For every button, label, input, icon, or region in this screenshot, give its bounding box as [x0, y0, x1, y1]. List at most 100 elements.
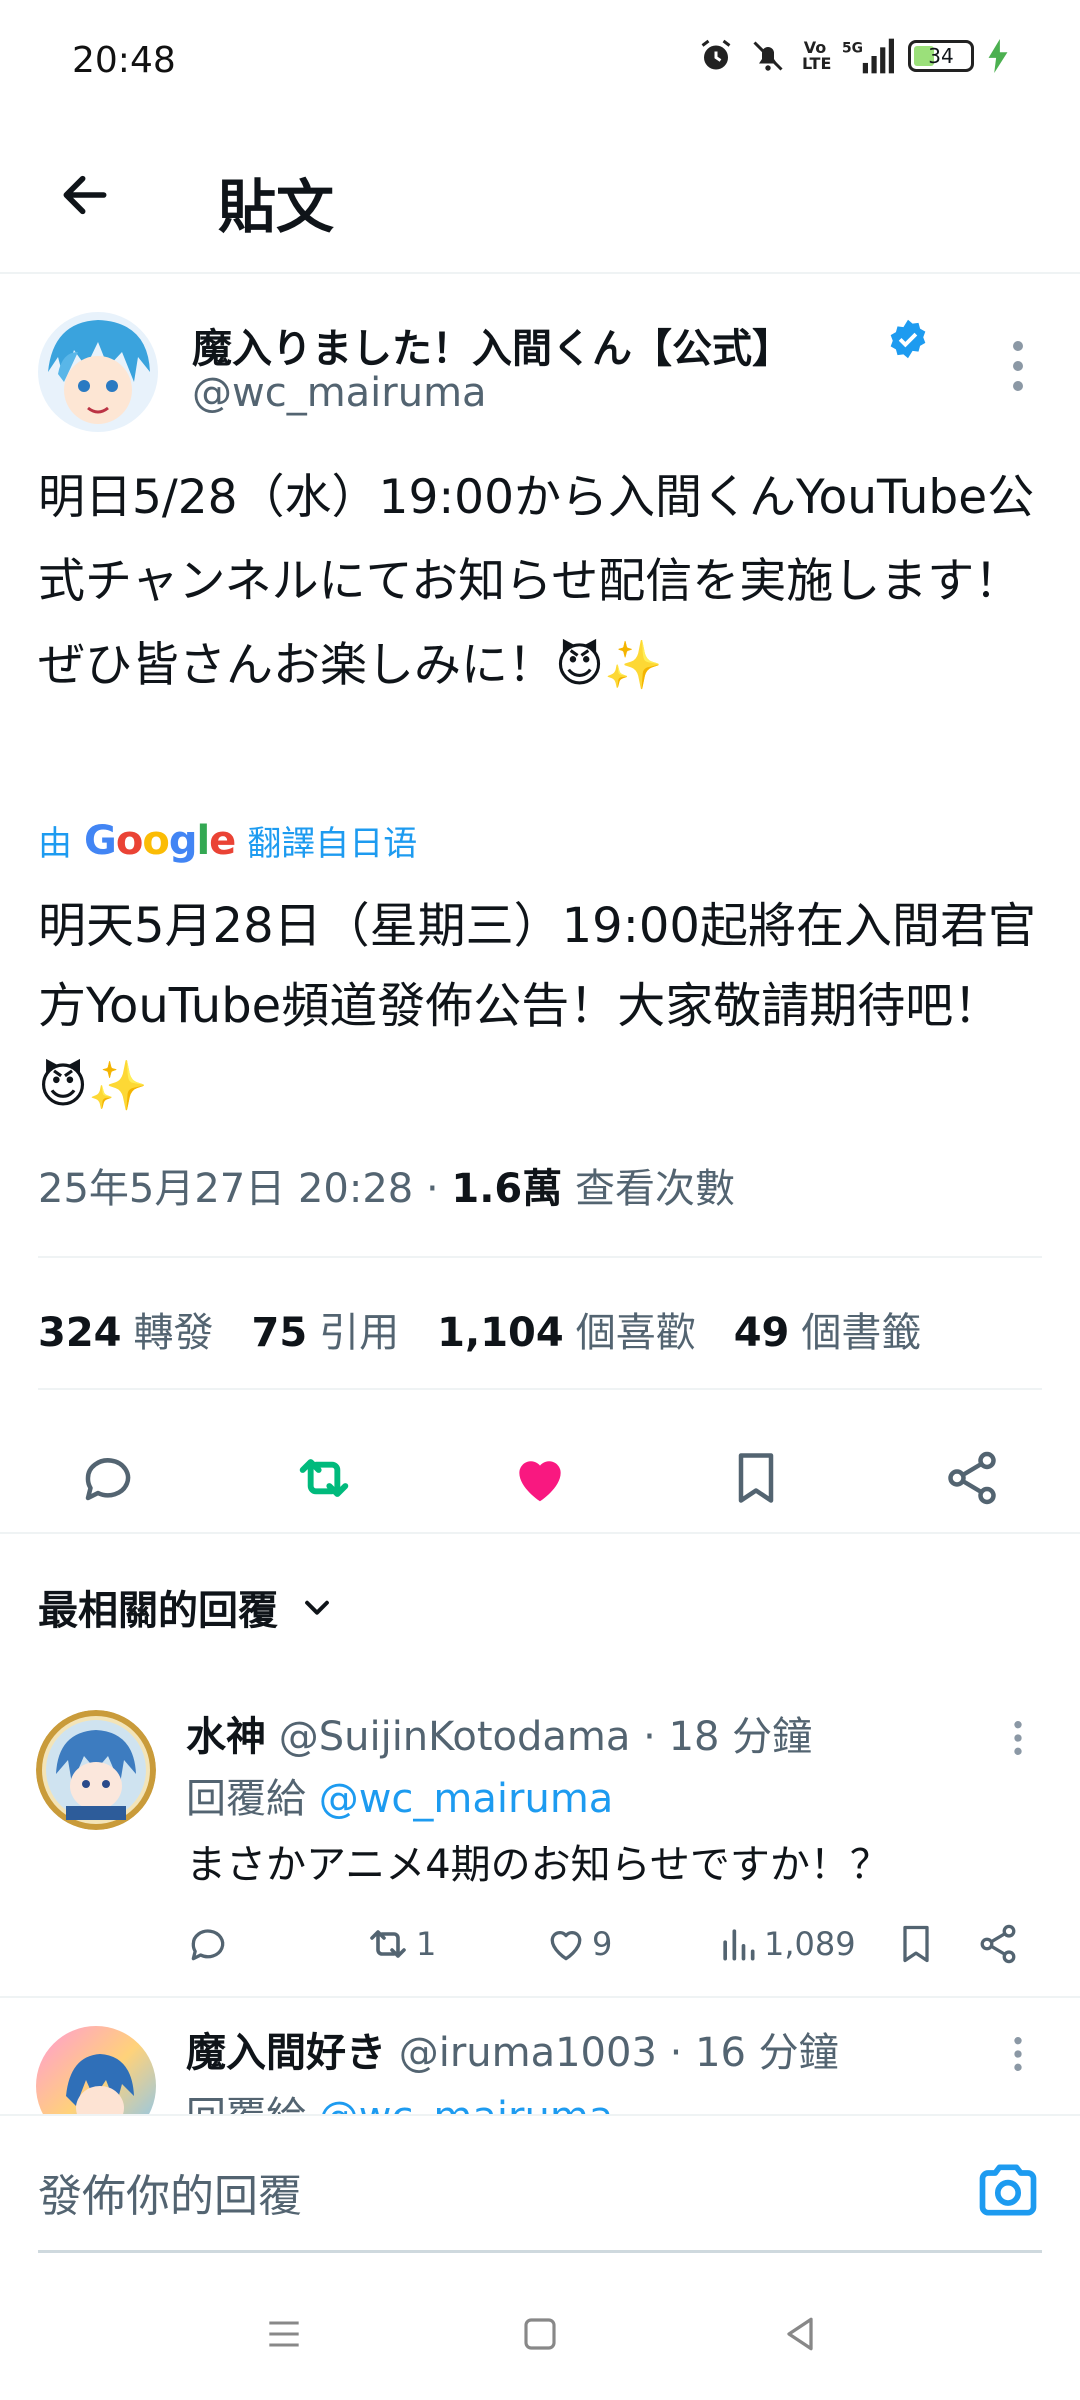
sort-label: 最相關的回覆	[38, 1588, 278, 1634]
reply-time: 16 分鐘	[695, 2030, 839, 2076]
translation-attribution[interactable]: 由 Google 翻譯自日语	[38, 816, 417, 865]
meta-separator: ·	[669, 2030, 683, 2076]
square-home-icon	[524, 2318, 556, 2350]
views-label[interactable]: 查看次數	[575, 1166, 735, 1212]
reply-author-name[interactable]: 魔入間好き	[186, 2030, 386, 2076]
author-name[interactable]: 魔入りました！入間くん【公式】	[192, 316, 792, 374]
verified-badge-icon	[890, 319, 926, 359]
like-button[interactable]	[488, 1426, 592, 1530]
quotes-stat[interactable]: 75 引用	[252, 1300, 400, 1358]
replying-to-handle[interactable]: @wc_mairuma	[319, 2094, 614, 2114]
replying-to: 回覆給 @wc_mairuma	[186, 1766, 613, 1824]
share-icon	[948, 1451, 996, 1505]
reply-compose-bar: 發佈你的回覆	[0, 2114, 1080, 2254]
alarm-icon	[701, 39, 731, 70]
battery-level: 34	[928, 44, 954, 68]
translate-prefix: 由	[38, 824, 72, 864]
back-button[interactable]	[50, 160, 120, 230]
nav-home-button[interactable]	[510, 2304, 570, 2364]
page-title: 貼文	[218, 173, 335, 241]
reply-time: 18 分鐘	[668, 1714, 813, 1760]
battery-icon: 34	[908, 40, 974, 72]
quotes-count: 75	[251, 1310, 308, 1356]
reply-avatar[interactable]	[36, 1710, 156, 1830]
status-time: 20:48	[72, 40, 176, 81]
retweets-count: 324	[38, 1310, 122, 1356]
post-original-text: 明日5/28（水）19:00から入間くんYouTube公式チャンネルにてお知らせ…	[38, 470, 1069, 693]
reply-header: 魔入間好き @iruma1003 · 16 分鐘	[186, 2020, 839, 2078]
more-options-icon[interactable]	[1006, 2034, 1030, 2074]
google-logo: Google	[84, 817, 236, 864]
retweet-icon	[370, 1930, 406, 1958]
translate-suffix: 翻譯自日语	[247, 824, 418, 864]
reply-views-count: 1,089	[764, 1925, 856, 1963]
reply-header: 水神 @SuijinKotodama · 18 分鐘	[186, 1704, 812, 1762]
nav-back-button[interactable]	[770, 2304, 830, 2364]
camera-icon[interactable]	[974, 2156, 1042, 2224]
replying-to: 回覆給 @wc_mairuma	[186, 2084, 613, 2114]
menu-icon	[269, 2321, 299, 2347]
bookmark-icon	[903, 1925, 929, 1963]
reply-views-button[interactable]: 1,089	[716, 1914, 856, 1974]
reply-text: まさかアニメ4期のお知らせですか！？	[186, 1842, 890, 1888]
analytics-icon	[723, 1929, 755, 1961]
author-avatar[interactable]	[38, 312, 158, 432]
arrow-left-icon	[63, 175, 107, 215]
reply-author-handle[interactable]: @SuijinKotodama	[279, 1714, 631, 1760]
triangle-back-icon	[787, 2317, 813, 2351]
meta-separator: ·	[643, 1714, 656, 1760]
bookmarks-stat[interactable]: 49 個書籤	[734, 1300, 922, 1358]
reply-retweet-button[interactable]: 1	[364, 1914, 436, 1974]
reply-reply-button[interactable]	[186, 1914, 230, 1974]
reply-bookmark-button[interactable]	[894, 1914, 938, 1974]
likes-label: 個喜歡	[575, 1310, 696, 1356]
reply-icon	[85, 1458, 131, 1501]
bookmark-icon	[738, 1453, 774, 1503]
replying-to-handle[interactable]: @wc_mairuma	[319, 1776, 614, 1822]
reply-item[interactable]: 魔入間好き @iruma1003 · 16 分鐘 回覆給 @wc_mairuma	[0, 1996, 1080, 2114]
reply-author-name[interactable]: 水神	[186, 1714, 266, 1760]
meta-separator: ·	[425, 1166, 439, 1212]
reply-icon	[191, 1929, 225, 1961]
reply-input[interactable]: 發佈你的回覆	[38, 2160, 302, 2224]
nav-menu-button[interactable]	[254, 2304, 314, 2364]
reply-author-handle[interactable]: @iruma1003	[399, 2030, 657, 2076]
reply-avatar[interactable]	[36, 2026, 156, 2114]
signal-icon: 5G	[842, 38, 894, 74]
charging-icon	[988, 39, 1008, 73]
volte-icon: Vo LTE	[802, 38, 832, 73]
post-translated-text: 明天5月28日（星期三）19:00起將在入間君官方YouTube頻道發佈公告！大…	[38, 898, 1036, 1114]
reply-action-bar: 1 9 1,089	[186, 1914, 1046, 1974]
retweet-button[interactable]	[272, 1426, 376, 1530]
retweets-label: 轉發	[133, 1310, 214, 1356]
bookmark-button[interactable]	[704, 1426, 808, 1530]
divider	[0, 1996, 1080, 1998]
reply-retweet-count: 1	[416, 1925, 437, 1963]
post-stats: 324 轉發 75 引用 1,104 個喜歡 49 個書籤	[38, 1300, 921, 1358]
svg-text:5G: 5G	[842, 41, 863, 57]
more-options-icon[interactable]	[1006, 1718, 1030, 1758]
divider	[38, 1256, 1042, 1258]
replying-to-label: 回覆給	[186, 1776, 306, 1822]
reply-sort-dropdown[interactable]: 最相關的回覆	[38, 1578, 334, 1636]
retweet-icon	[299, 1459, 349, 1497]
top-app-bar: 貼文	[0, 120, 1080, 274]
divider	[38, 1388, 1042, 1390]
likes-stat[interactable]: 1,104 個喜歡	[437, 1300, 696, 1358]
bookmarks-count: 49	[733, 1310, 790, 1356]
more-options-icon[interactable]	[998, 336, 1038, 396]
reply-button[interactable]	[56, 1426, 160, 1530]
author-handle[interactable]: @wc_mairuma	[192, 370, 487, 416]
compose-underline	[38, 2250, 1042, 2253]
reply-share-button[interactable]	[976, 1914, 1020, 1974]
chevron-down-icon	[305, 1600, 329, 1615]
post-date: 25年5月27日 20:28	[38, 1166, 414, 1212]
mute-icon	[753, 41, 783, 71]
retweets-stat[interactable]: 324 轉發	[38, 1300, 214, 1358]
share-button[interactable]	[920, 1426, 1024, 1530]
bookmarks-label: 個書籤	[801, 1310, 922, 1356]
reply-like-button[interactable]: 9	[544, 1914, 612, 1974]
likes-count: 1,104	[437, 1310, 564, 1356]
heart-icon	[550, 1931, 582, 1961]
post-meta: 25年5月27日 20:28 · 1.6萬 查看次數	[38, 1156, 735, 1214]
